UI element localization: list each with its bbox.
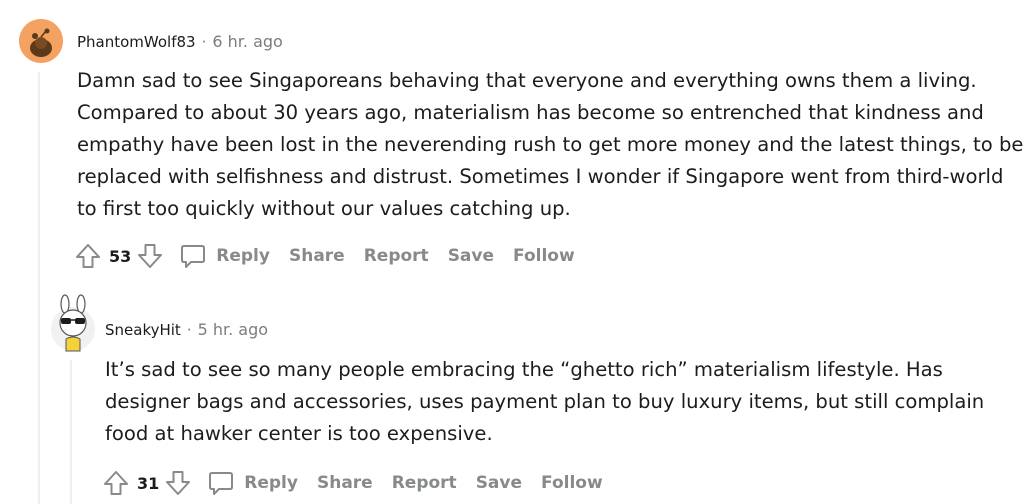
comment-body: It’s sad to see so many people embracing… [105, 354, 984, 450]
upvote-button[interactable] [73, 241, 103, 271]
share-button[interactable]: Share [289, 246, 345, 266]
reply-button[interactable]: Reply [207, 469, 298, 497]
upvote-icon [104, 471, 128, 495]
save-button[interactable]: Save [476, 473, 522, 493]
comment-meta: SneakyHit · 5 hr. ago [105, 320, 268, 339]
report-button[interactable]: Report [392, 473, 457, 493]
comment-icon [181, 245, 206, 268]
username[interactable]: SneakyHit [105, 321, 181, 339]
reply-button[interactable]: Reply [179, 242, 270, 270]
upvote-button[interactable] [101, 468, 131, 498]
meta-separator: · [201, 33, 207, 51]
comment-line: to first too quickly without our values … [77, 197, 571, 220]
comment-line: designer bags and accessories, uses paym… [105, 390, 985, 413]
meta-separator: · [186, 321, 192, 339]
downvote-icon [138, 244, 163, 268]
follow-button[interactable]: Follow [513, 246, 575, 266]
save-button[interactable]: Save [448, 246, 494, 266]
downvote-icon [166, 471, 191, 495]
downvote-button[interactable] [135, 241, 165, 271]
comment-actions: 53 Reply Share Report Save Follow [73, 241, 575, 271]
vote-score: 53 [109, 246, 132, 266]
reply-label: Reply [244, 473, 298, 493]
reply-label: Reply [216, 246, 270, 266]
comment-line: empathy have been lost in the neverendin… [77, 133, 1024, 156]
comment-body: Damn sad to see Singaporeans behaving th… [77, 65, 1023, 225]
comment-meta: PhantomWolf83 · 6 hr. ago [77, 32, 283, 51]
comment-line: Damn sad to see Singaporeans behaving th… [77, 69, 977, 92]
report-button[interactable]: Report [364, 246, 429, 266]
thread-line[interactable] [38, 72, 40, 504]
bunny-sunglasses-avatar-icon [51, 294, 95, 352]
avatar[interactable] [19, 19, 63, 63]
thread-line[interactable] [70, 360, 72, 504]
comment-line: food at hawker center is too expensive. [105, 422, 493, 445]
vote-score: 31 [137, 473, 160, 493]
comment-line: Compared to about 30 years ago, material… [77, 101, 984, 124]
comment-line: It’s sad to see so many people embracing… [105, 358, 943, 381]
timestamp[interactable]: 5 hr. ago [198, 320, 268, 339]
avatar[interactable] [49, 293, 97, 353]
share-button[interactable]: Share [317, 473, 373, 493]
comment-actions: 31 Reply Share Report Save Follow [101, 468, 603, 498]
comment-icon [209, 472, 234, 495]
timestamp[interactable]: 6 hr. ago [212, 32, 282, 51]
snoo-avatar-icon [19, 19, 63, 63]
comment-line: replaced with selfishness and distrust. … [77, 165, 1004, 188]
username[interactable]: PhantomWolf83 [77, 33, 196, 51]
upvote-icon [76, 244, 100, 268]
follow-button[interactable]: Follow [541, 473, 603, 493]
downvote-button[interactable] [163, 468, 193, 498]
